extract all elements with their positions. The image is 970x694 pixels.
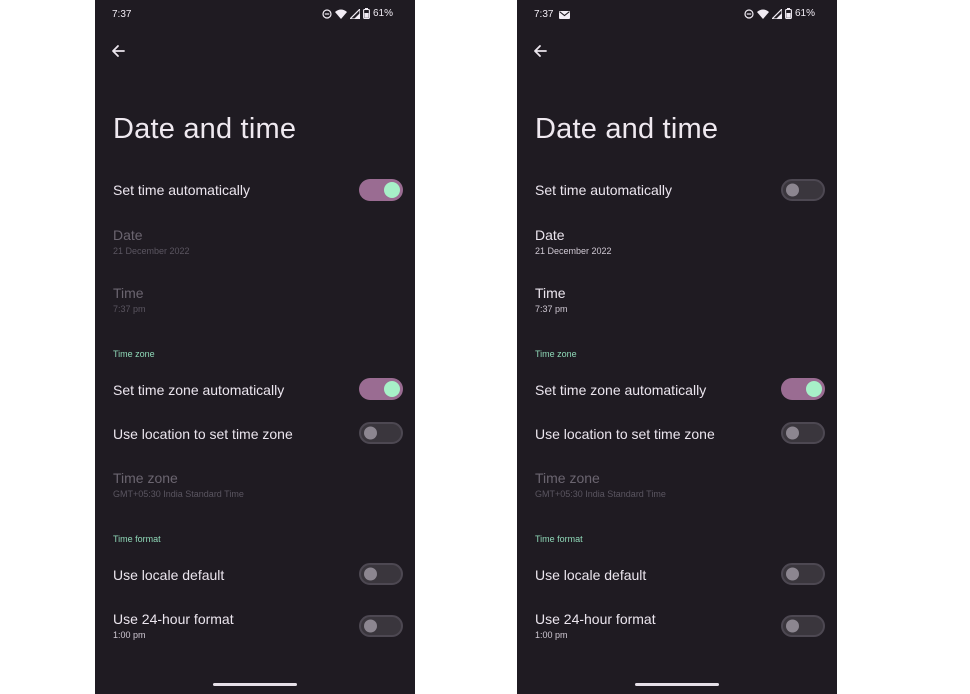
toggle-knob bbox=[364, 619, 377, 633]
setting-date: Date 21 December 2022 bbox=[113, 227, 403, 261]
gesture-nav-handle[interactable] bbox=[635, 683, 719, 686]
toggle-knob bbox=[786, 567, 799, 581]
signal-icon bbox=[771, 8, 782, 19]
setting-label: Time bbox=[113, 285, 144, 301]
toggle-knob bbox=[364, 426, 377, 440]
setting-value: 7:37 pm bbox=[535, 304, 568, 314]
setting-time: Time 7:37 pm bbox=[113, 285, 403, 319]
phone-screen-right: 7:37 61% Date and time Set time automati… bbox=[517, 0, 837, 694]
setting-label: Date bbox=[535, 227, 565, 243]
wifi-icon bbox=[756, 9, 769, 19]
setting-use-locale-default[interactable]: Use locale default bbox=[113, 563, 403, 587]
phone-screen-left: 7:37 61% Date and time Set time automati… bbox=[95, 0, 415, 694]
setting-label: Use 24-hour format bbox=[535, 611, 656, 627]
setting-value: GMT+05:30 India Standard Time bbox=[113, 489, 244, 499]
signal-icon bbox=[349, 8, 360, 19]
setting-set-time-automatically[interactable]: Set time automatically bbox=[535, 178, 825, 202]
toggle-switch-on[interactable] bbox=[359, 179, 403, 201]
toggle-knob bbox=[364, 567, 377, 581]
setting-set-time-automatically[interactable]: Set time automatically bbox=[113, 178, 403, 202]
page-title: Date and time bbox=[113, 113, 297, 145]
setting-use-24-hour-format[interactable]: Use 24-hour format 1:00 pm bbox=[113, 611, 403, 645]
toggle-knob bbox=[786, 619, 799, 633]
section-header-time-zone: Time zone bbox=[113, 349, 155, 359]
setting-use-locale-default[interactable]: Use locale default bbox=[535, 563, 825, 587]
setting-label: Time bbox=[535, 285, 566, 301]
setting-use-location[interactable]: Use location to set time zone bbox=[535, 422, 825, 446]
section-header-time-format: Time format bbox=[113, 534, 161, 544]
setting-label: Use location to set time zone bbox=[535, 426, 715, 442]
status-icons: 61% bbox=[322, 8, 393, 19]
setting-label: Set time automatically bbox=[535, 182, 672, 198]
page-title: Date and time bbox=[535, 113, 719, 145]
toggle-switch-off[interactable] bbox=[359, 615, 403, 637]
setting-use-location[interactable]: Use location to set time zone bbox=[113, 422, 403, 446]
dnd-icon bbox=[744, 8, 754, 19]
setting-time-zone: Time zone GMT+05:30 India Standard Time bbox=[535, 470, 825, 504]
section-header-time-zone: Time zone bbox=[535, 349, 577, 359]
setting-time-zone: Time zone GMT+05:30 India Standard Time bbox=[113, 470, 403, 504]
setting-value: 7:37 pm bbox=[113, 304, 146, 314]
setting-label: Set time automatically bbox=[113, 182, 250, 198]
setting-label: Time zone bbox=[113, 470, 178, 486]
mail-icon bbox=[559, 11, 570, 19]
section-header-time-format: Time format bbox=[535, 534, 583, 544]
setting-label: Time zone bbox=[535, 470, 600, 486]
gesture-nav-handle[interactable] bbox=[213, 683, 297, 686]
battery-percent: 61% bbox=[372, 8, 393, 19]
toggle-switch-off[interactable] bbox=[781, 422, 825, 444]
setting-value: 1:00 pm bbox=[535, 630, 568, 640]
toggle-switch-on[interactable] bbox=[359, 378, 403, 400]
setting-label: Use location to set time zone bbox=[113, 426, 293, 442]
toggle-switch-off[interactable] bbox=[359, 422, 403, 444]
toggle-knob bbox=[384, 381, 400, 397]
toggle-switch-off[interactable] bbox=[359, 563, 403, 585]
status-time: 7:37 bbox=[534, 9, 554, 20]
setting-label: Set time zone automatically bbox=[113, 382, 285, 398]
battery-percent: 61% bbox=[794, 8, 815, 19]
toggle-switch-off[interactable] bbox=[781, 563, 825, 585]
wifi-icon bbox=[334, 9, 347, 19]
setting-set-time-zone-automatically[interactable]: Set time zone automatically bbox=[535, 377, 825, 401]
toggle-switch-off[interactable] bbox=[781, 179, 825, 201]
toggle-knob bbox=[806, 381, 822, 397]
toggle-knob bbox=[786, 426, 799, 440]
setting-time[interactable]: Time 7:37 pm bbox=[535, 285, 825, 319]
setting-value: GMT+05:30 India Standard Time bbox=[535, 489, 666, 499]
setting-date[interactable]: Date 21 December 2022 bbox=[535, 227, 825, 261]
status-bar: 7:37 61% bbox=[95, 0, 415, 30]
setting-value: 21 December 2022 bbox=[535, 246, 612, 256]
setting-value: 1:00 pm bbox=[113, 630, 146, 640]
setting-value: 21 December 2022 bbox=[113, 246, 190, 256]
battery-icon bbox=[363, 8, 370, 19]
toggle-switch-off[interactable] bbox=[781, 615, 825, 637]
setting-label: Use 24-hour format bbox=[113, 611, 234, 627]
setting-label: Set time zone automatically bbox=[535, 382, 707, 398]
status-icons: 61% bbox=[744, 8, 815, 19]
toggle-knob bbox=[384, 182, 400, 198]
toggle-knob bbox=[786, 183, 799, 197]
toggle-switch-on[interactable] bbox=[781, 378, 825, 400]
status-time: 7:37 bbox=[112, 9, 132, 20]
setting-use-24-hour-format[interactable]: Use 24-hour format 1:00 pm bbox=[535, 611, 825, 645]
back-arrow-icon[interactable] bbox=[109, 42, 127, 60]
setting-label: Use locale default bbox=[113, 567, 225, 583]
dnd-icon bbox=[322, 8, 332, 19]
setting-set-time-zone-automatically[interactable]: Set time zone automatically bbox=[113, 377, 403, 401]
back-arrow-icon[interactable] bbox=[531, 42, 549, 60]
status-bar: 7:37 61% bbox=[517, 0, 837, 30]
setting-label: Date bbox=[113, 227, 143, 243]
setting-label: Use locale default bbox=[535, 567, 647, 583]
battery-icon bbox=[785, 8, 792, 19]
